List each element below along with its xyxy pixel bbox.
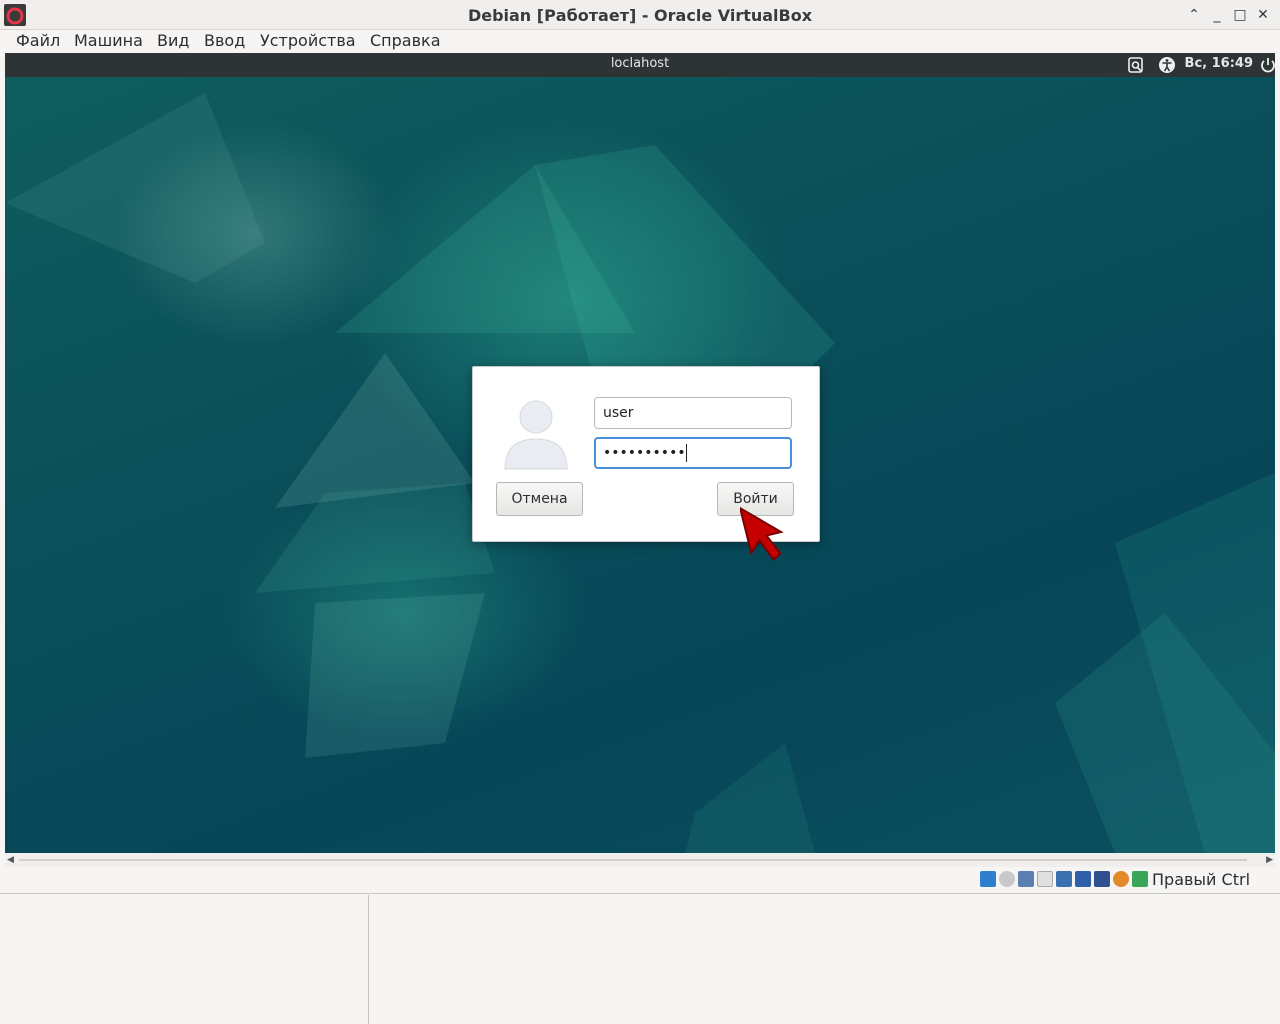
- keyboard-layout-icon[interactable]: [1127, 56, 1145, 74]
- window-titlebar[interactable]: Debian [Работает] - Oracle VirtualBox ⌃ …: [0, 0, 1280, 30]
- host-key-label: Правый Ctrl: [1152, 870, 1251, 889]
- statusbar: Правый Ctrl: [0, 867, 1280, 894]
- recording-icon[interactable]: [1113, 871, 1129, 887]
- guest-display[interactable]: loclahost Вс, 16:49 user •••••••••• Отме…: [5, 53, 1275, 853]
- menubar: Файл Машина Вид Ввод Устройства Справка: [0, 30, 1280, 52]
- horizontal-scrollbar[interactable]: ◀ ▶: [5, 853, 1275, 867]
- maximize-button[interactable]: □: [1230, 5, 1250, 25]
- menu-file[interactable]: Файл: [16, 31, 60, 50]
- guest-topbar: loclahost Вс, 16:49: [5, 53, 1275, 77]
- menu-view[interactable]: Вид: [157, 31, 189, 50]
- panel-divider: [368, 895, 369, 1024]
- password-field[interactable]: ••••••••••: [594, 437, 792, 469]
- password-mask: ••••••••••: [603, 445, 686, 461]
- user-avatar-icon: [504, 400, 568, 470]
- menu-input[interactable]: Ввод: [204, 31, 245, 50]
- power-icon[interactable]: [1259, 56, 1275, 74]
- minimize-button[interactable]: _: [1207, 5, 1227, 25]
- window-title: Debian [Работает] - Oracle VirtualBox: [467, 6, 813, 25]
- scroll-right-arrow-icon[interactable]: ▶: [1266, 853, 1273, 867]
- scrollbar-track[interactable]: [19, 859, 1247, 861]
- guest-clock[interactable]: Вс, 16:49: [1185, 56, 1253, 71]
- audio-icon[interactable]: [1018, 871, 1034, 887]
- username-field[interactable]: user: [594, 397, 792, 429]
- cancel-button[interactable]: Отмена: [496, 482, 583, 516]
- optical-drive-icon[interactable]: [999, 871, 1015, 887]
- menu-devices[interactable]: Устройства: [260, 31, 356, 50]
- mouse-pointer-icon: [740, 506, 784, 562]
- display-icon[interactable]: [1056, 871, 1072, 887]
- lower-panel: [0, 895, 1280, 1024]
- network-icon[interactable]: [1075, 871, 1091, 887]
- scroll-left-arrow-icon[interactable]: ◀: [7, 853, 14, 867]
- usb-icon[interactable]: [1094, 871, 1110, 887]
- menu-help[interactable]: Справка: [370, 31, 441, 50]
- text-caret: [685, 444, 687, 462]
- shared-folders-icon[interactable]: [1037, 871, 1053, 887]
- hard-disk-icon[interactable]: [980, 871, 996, 887]
- mouse-integration-icon[interactable]: [1132, 871, 1148, 887]
- collapse-button[interactable]: ⌃: [1184, 5, 1204, 25]
- accessibility-icon[interactable]: [1158, 56, 1176, 74]
- menu-machine[interactable]: Машина: [74, 31, 143, 50]
- close-button[interactable]: ✕: [1253, 5, 1273, 25]
- guest-hostname: loclahost: [610, 56, 670, 71]
